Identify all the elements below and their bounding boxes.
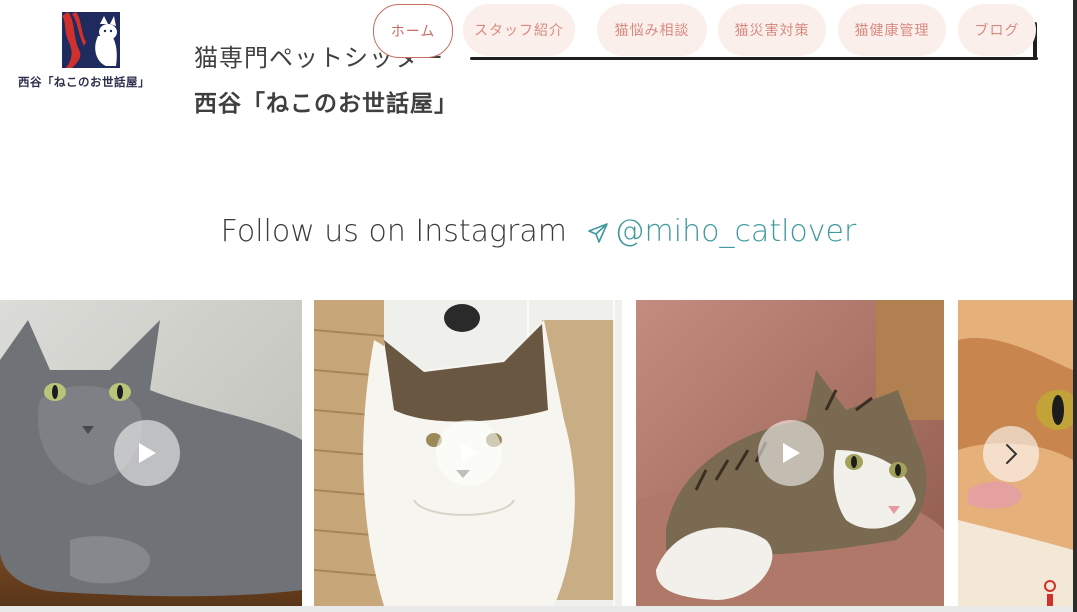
instagram-lead: Follow us on Instagram	[220, 214, 567, 249]
nav-item-home[interactable]: ホーム	[373, 4, 453, 58]
nav-item-staff[interactable]: スタッフ紹介	[463, 4, 575, 56]
nav-item-disaster[interactable]: 猫災害対策	[718, 4, 826, 56]
cat-logo-icon	[62, 12, 120, 68]
main-nav: ホーム スタッフ紹介 猫悩み相談 猫災害対策 猫健康管理 ブログ	[373, 4, 1037, 58]
instagram-post[interactable]	[0, 300, 302, 606]
window-edge	[1073, 0, 1077, 612]
nav-item-health[interactable]: 猫健康管理	[838, 4, 946, 56]
instagram-handle-link[interactable]: @miho_catlover	[615, 214, 857, 249]
play-button[interactable]	[436, 420, 502, 486]
instagram-post[interactable]	[636, 300, 944, 606]
nav-item-consultation[interactable]: 猫悩み相談	[597, 4, 707, 56]
carousel-next-button[interactable]	[983, 426, 1039, 482]
play-icon	[461, 443, 478, 463]
play-button[interactable]	[758, 420, 824, 486]
chevron-right-icon	[1006, 444, 1018, 464]
page-bottom-border	[0, 606, 1077, 612]
instagram-header: Follow us on Instagram @miho_catlover	[0, 214, 1077, 249]
site-logo[interactable]: 西谷「ねこのお世話屋」	[16, 10, 166, 95]
send-icon	[587, 222, 608, 243]
play-icon	[783, 443, 800, 463]
logo-text: 西谷「ねこのお世話屋」	[18, 75, 150, 89]
nav-item-blog[interactable]: ブログ	[958, 4, 1036, 56]
instagram-post[interactable]	[314, 300, 622, 606]
site-title[interactable]: 西谷「ねこのお世話屋」	[194, 84, 458, 118]
location-pin-icon[interactable]	[1040, 576, 1060, 606]
play-button[interactable]	[114, 420, 180, 486]
play-icon	[139, 443, 156, 463]
